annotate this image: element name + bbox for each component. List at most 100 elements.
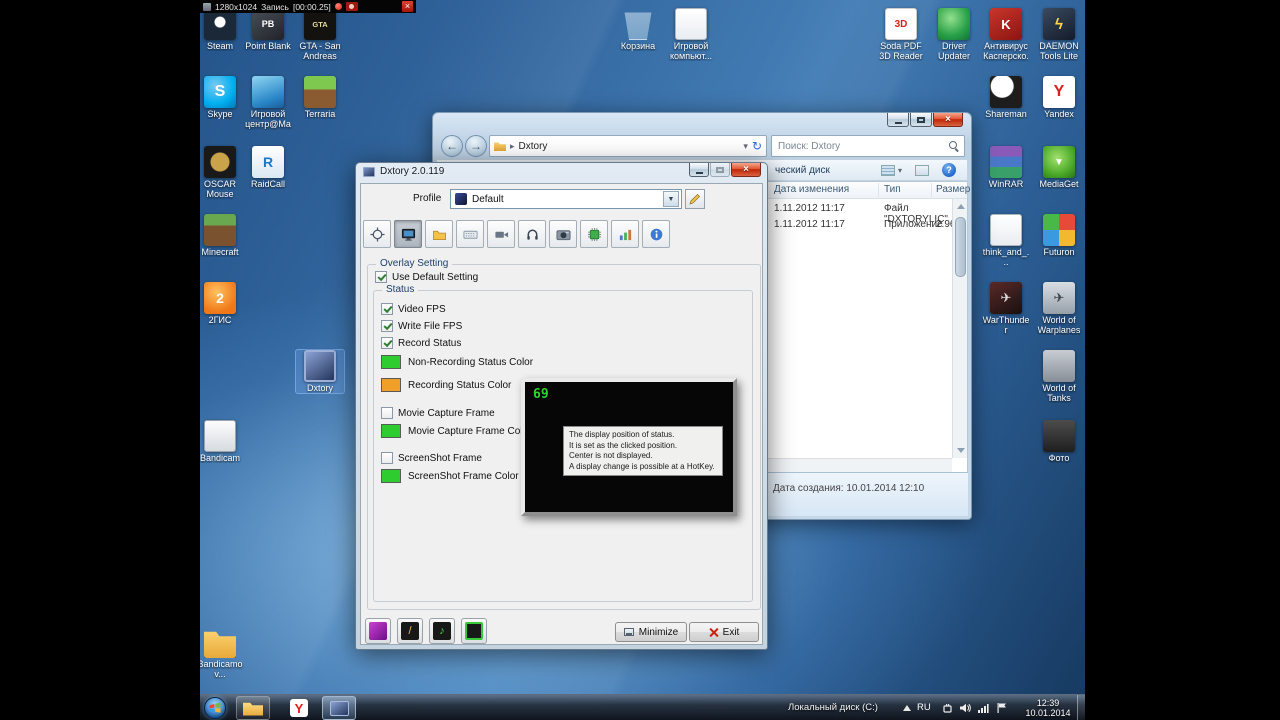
views-dropdown-icon[interactable]: ▾: [898, 166, 902, 175]
desktop-icon-shareman[interactable]: Shareman: [982, 76, 1030, 119]
refresh-icon[interactable]: ↻: [752, 139, 762, 153]
exit-button[interactable]: Exit: [689, 622, 759, 642]
close-button[interactable]: ×: [933, 113, 963, 127]
desktop-icon-world-of-tanks[interactable]: World of Tanks: [1035, 350, 1083, 403]
desktop-icon-warplanes[interactable]: ✈ World of Warplanes: [1035, 282, 1083, 335]
tray-icon-power[interactable]: [940, 701, 954, 715]
search-icon[interactable]: [949, 140, 960, 152]
movie-frame-color-swatch[interactable]: [381, 424, 401, 438]
desktop-icon-point-blank[interactable]: PB Point Blank: [244, 8, 292, 51]
chevron-down-icon[interactable]: ▼: [663, 191, 679, 207]
scroll-up-icon[interactable]: [957, 204, 965, 209]
desktop-icon-minecraft[interactable]: Minecraft: [200, 214, 244, 257]
desktop-icon-bandicam-folder[interactable]: Bandicamov...: [200, 626, 244, 679]
desktop-icon-recycle-bin[interactable]: Корзина: [614, 8, 662, 51]
tab-hotkey[interactable]: [456, 220, 484, 248]
vertical-scrollbar[interactable]: [952, 199, 967, 458]
minimize-app-button[interactable]: Minimize: [615, 622, 687, 642]
tray-drive-label[interactable]: Локальный диск (C:): [788, 702, 878, 713]
profile-select[interactable]: Default ▼: [450, 189, 682, 209]
maximize-button[interactable]: [710, 163, 730, 177]
capture-source-button[interactable]: [365, 618, 391, 644]
tray-icon-volume[interactable]: [958, 701, 972, 715]
desktop-icon-game-center[interactable]: Игровой центр@Ma...: [244, 76, 292, 130]
language-indicator[interactable]: RU: [917, 702, 931, 713]
tab-codec[interactable]: [580, 220, 608, 248]
write-file-fps-checkbox[interactable]: [381, 320, 393, 332]
help-icon[interactable]: ?: [942, 163, 956, 177]
tools-button[interactable]: /: [397, 618, 423, 644]
forward-button[interactable]: →: [465, 135, 487, 157]
tray-icon-action-center[interactable]: [994, 701, 1008, 715]
camera-icon[interactable]: [345, 2, 358, 11]
desktop-icon-yandex[interactable]: Y Yandex: [1035, 76, 1083, 119]
search-input[interactable]: [776, 139, 949, 153]
desktop-icon-winrar[interactable]: WinRAR: [982, 146, 1030, 189]
tray-icon-network[interactable]: [976, 701, 990, 715]
back-button[interactable]: ←: [441, 135, 463, 157]
desktop-icon-kaspersky[interactable]: KАнтивирус Касперско...: [982, 8, 1030, 62]
movie-capture-frame-checkbox[interactable]: [381, 407, 393, 419]
scroll-down-icon[interactable]: [957, 448, 965, 453]
tab-folder[interactable]: [425, 220, 453, 248]
use-default-checkbox[interactable]: [375, 271, 387, 283]
scrollbar-thumb[interactable]: [955, 217, 966, 277]
desktop-icon-game-pc[interactable]: Игровой компьют...: [667, 8, 715, 61]
column-header-type[interactable]: Тип: [884, 184, 901, 195]
recording-color-swatch[interactable]: [381, 378, 401, 392]
record-dot-icon[interactable]: [334, 3, 342, 10]
start-button[interactable]: [204, 697, 226, 719]
address-bar[interactable]: ▸ Dxtory ▾ ↻: [489, 135, 767, 157]
tab-movie[interactable]: [487, 220, 515, 248]
desktop-icon-think-and[interactable]: think_and_...: [982, 214, 1030, 267]
desktop-icon-photo[interactable]: Фото: [1035, 420, 1083, 463]
clock[interactable]: 12:39 10.01.2014: [1020, 698, 1076, 718]
edit-profile-button[interactable]: [685, 189, 705, 209]
desktop-icon-skype[interactable]: S Skype: [200, 76, 244, 119]
non-recording-color-swatch[interactable]: [381, 355, 401, 369]
maximize-button[interactable]: [910, 113, 932, 127]
overlay-position-preview[interactable]: 69 The display position of status. It is…: [521, 378, 737, 516]
desktop-icon-futuron[interactable]: Futuron: [1035, 214, 1083, 257]
desktop-icon-terraria[interactable]: Terraria: [296, 76, 344, 119]
taskbar-dxtory-button[interactable]: [322, 696, 356, 720]
desktop-icon-bandicam[interactable]: Bandicam: [200, 420, 244, 463]
desktop-icon-warthunder[interactable]: ✈ WarThunder: [982, 282, 1030, 335]
desktop-icon-dxtory[interactable]: Dxtory: [295, 349, 345, 394]
views-icon[interactable]: [881, 164, 895, 176]
audio-tool-button[interactable]: ♪: [429, 618, 455, 644]
screenshot-frame-checkbox[interactable]: [381, 452, 393, 464]
recorder-close-icon[interactable]: ×: [402, 1, 413, 12]
frame-tool-button[interactable]: [461, 618, 487, 644]
breadcrumb[interactable]: Dxtory: [519, 141, 548, 152]
tab-overlay[interactable]: [394, 220, 422, 248]
desktop-icon-raidcall[interactable]: R RaidCall: [244, 146, 292, 189]
desktop-icon-oscar-mouse[interactable]: OSCAR Mouse Scri...: [200, 146, 244, 200]
desktop-icon-driver-updater[interactable]: Driver Updater: [930, 8, 978, 61]
tab-position[interactable]: [363, 220, 391, 248]
tab-advanced[interactable]: [611, 220, 639, 248]
desktop-icon-gta[interactable]: GTA GTA - San Andreas: [296, 8, 344, 61]
show-desktop-button[interactable]: [1077, 695, 1085, 720]
minimize-button[interactable]: [689, 163, 709, 177]
tray-expand-icon[interactable]: [903, 705, 911, 711]
tab-audio[interactable]: [518, 220, 546, 248]
tab-about[interactable]: [642, 220, 670, 248]
breadcrumb-arrow-icon[interactable]: ▸: [510, 141, 515, 152]
desktop-icon-steam[interactable]: Steam: [200, 8, 244, 51]
close-button[interactable]: ×: [731, 163, 761, 177]
desktop-icon-2gis[interactable]: 2 2ГИС: [200, 282, 244, 325]
preview-pane-icon[interactable]: [915, 164, 929, 176]
screenshot-frame-color-swatch[interactable]: [381, 469, 401, 483]
desktop-icon-daemon-tools[interactable]: ϟ DAEMON Tools Lite: [1035, 8, 1083, 61]
column-header-modified[interactable]: Дата изменения: [774, 184, 849, 195]
record-status-checkbox[interactable]: [381, 337, 393, 349]
taskbar-yandex-button[interactable]: Y: [282, 696, 316, 720]
taskbar-explorer-button[interactable]: [236, 696, 270, 720]
video-fps-checkbox[interactable]: [381, 303, 393, 315]
desktop-icon-mediaget[interactable]: ▼ MediaGet: [1035, 146, 1083, 189]
column-header-size[interactable]: Размер: [936, 184, 970, 195]
tab-screenshot[interactable]: [549, 220, 577, 248]
address-dropdown-icon[interactable]: ▾: [743, 141, 748, 152]
desktop-icon-soda-pdf[interactable]: 3D Soda PDF 3D Reader: [877, 8, 925, 61]
